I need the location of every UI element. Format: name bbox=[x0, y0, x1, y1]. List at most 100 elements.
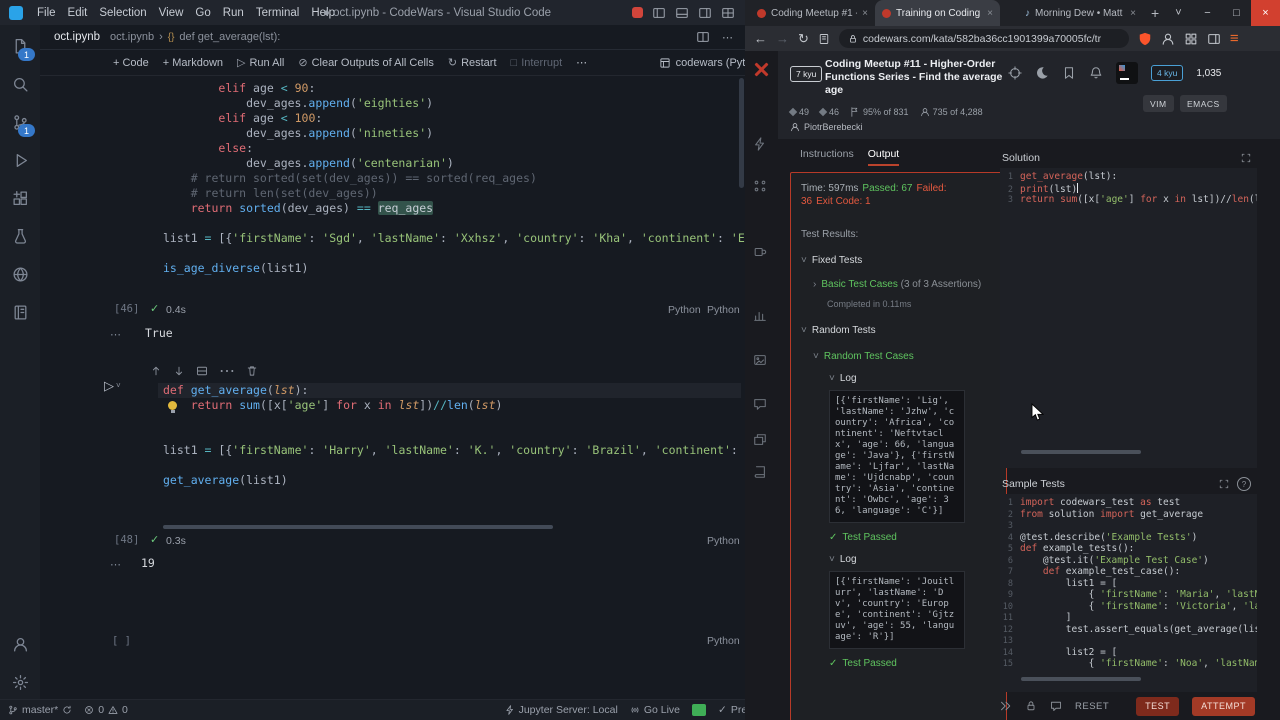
reading-list-icon[interactable] bbox=[818, 33, 830, 45]
forward-button[interactable]: → bbox=[776, 31, 789, 46]
search-icon[interactable] bbox=[8, 72, 32, 96]
crosshair-icon[interactable] bbox=[1008, 66, 1022, 80]
git-branch-indicator[interactable]: master* bbox=[8, 704, 72, 716]
extensions-icon[interactable] bbox=[8, 186, 32, 210]
close-window-button[interactable]: × bbox=[1251, 0, 1280, 26]
address-bar[interactable]: codewars.com/kata/582ba36cc1901399a70005… bbox=[838, 29, 1129, 48]
expand-icon[interactable] bbox=[1219, 479, 1229, 489]
expand-icon[interactable] bbox=[1241, 153, 1251, 163]
browser-tab-1[interactable]: Coding Meetup #1 - High × bbox=[750, 0, 875, 26]
new-tab-button[interactable]: + bbox=[1151, 5, 1159, 21]
freestyle-icon[interactable] bbox=[753, 179, 767, 198]
attempt-button[interactable]: ATTEMPT bbox=[1192, 696, 1255, 716]
layout-sidebar-right-icon[interactable] bbox=[698, 6, 712, 20]
maximize-button[interactable]: □ bbox=[1222, 0, 1251, 26]
minimize-button[interactable]: − bbox=[1193, 0, 1222, 26]
solution-hscrollbar[interactable] bbox=[1021, 450, 1141, 454]
browser-menu-icon[interactable]: ≡ bbox=[1230, 30, 1239, 47]
sample-tests-editor[interactable]: 1 import codewars_test as test 2 from solut… bbox=[1000, 494, 1257, 692]
breadcrumb[interactable]: oct.ipynb › {} def get_average(lst): bbox=[110, 31, 280, 43]
docs-icon[interactable] bbox=[753, 465, 767, 484]
execute-below-icon[interactable] bbox=[173, 365, 185, 377]
cell-2-hscrollbar[interactable] bbox=[163, 525, 553, 529]
vscode-logo-icon[interactable] bbox=[9, 5, 23, 20]
breadcrumb-symbol[interactable]: def get_average(lst): bbox=[179, 31, 280, 43]
chat-icon[interactable] bbox=[753, 397, 767, 416]
cell-2-code[interactable]: def get_average(lst): return sum([x['age… bbox=[163, 383, 745, 518]
kata-title[interactable]: Coding Meetup #11 - Higher-Order Functio… bbox=[825, 58, 1010, 97]
image-icon[interactable] bbox=[753, 353, 767, 372]
live-server-icon[interactable] bbox=[692, 704, 706, 716]
breadcrumb-file[interactable]: oct.ipynb bbox=[110, 31, 154, 43]
cell-1-output-menu-icon[interactable]: ⋯ bbox=[110, 328, 122, 341]
dark-mode-moon-icon[interactable] bbox=[1035, 66, 1049, 80]
vim-button[interactable]: VIM bbox=[1143, 95, 1174, 112]
layout-sidebar-icon[interactable] bbox=[652, 6, 666, 20]
bookmark-icon[interactable] bbox=[1062, 66, 1076, 80]
menu-view[interactable]: View bbox=[153, 7, 190, 19]
test-button[interactable]: TEST bbox=[1136, 696, 1180, 716]
profile-icon[interactable] bbox=[1161, 32, 1175, 46]
tab-output[interactable]: Output bbox=[867, 148, 900, 166]
skip-icon[interactable] bbox=[1000, 700, 1012, 712]
mug-icon[interactable] bbox=[753, 245, 767, 264]
random-tests-section[interactable]: ˅ Random Tests bbox=[801, 324, 996, 337]
testing-icon[interactable] bbox=[8, 224, 32, 248]
cell-2-output-menu-icon[interactable]: ⋯ bbox=[110, 558, 122, 571]
run-debug-icon[interactable] bbox=[8, 148, 32, 172]
run-cell-button[interactable]: ▷ ˅ bbox=[104, 378, 121, 394]
run-all-button[interactable]: ▷ Run All bbox=[230, 56, 291, 70]
lock-icon[interactable] bbox=[1025, 700, 1037, 712]
execute-above-icon[interactable] bbox=[150, 365, 162, 377]
jetbrains-academy-logo[interactable] bbox=[1116, 62, 1138, 84]
solution-editor[interactable]: 1 get_average(lst): 2 print(lst) 3 return sum… bbox=[1000, 168, 1257, 468]
tab-audio-icon[interactable]: ♪ bbox=[1025, 8, 1030, 19]
editor-scrollbar[interactable] bbox=[739, 78, 744, 188]
cell-1-code[interactable]: elif age < 90: dev_ages.append('eighties… bbox=[163, 81, 745, 276]
menu-edit[interactable]: Edit bbox=[62, 7, 94, 19]
cell-more-actions-icon[interactable]: ⋯ bbox=[219, 361, 235, 381]
layout-panel-icon[interactable] bbox=[675, 6, 689, 20]
fixed-tests-section[interactable]: ˅ Fixed Tests bbox=[801, 254, 996, 267]
clear-outputs-button[interactable]: ⊘ Clear Outputs of All Cells bbox=[291, 56, 441, 70]
comments-icon[interactable] bbox=[1050, 700, 1062, 712]
close-tab-icon[interactable]: × bbox=[1130, 8, 1136, 19]
go-live-button[interactable]: Go Live bbox=[630, 704, 680, 716]
codewars-logo-icon[interactable] bbox=[753, 61, 770, 78]
kata-author[interactable]: PiotrBerebecki bbox=[790, 122, 863, 132]
notebook-icon[interactable] bbox=[8, 300, 32, 324]
extensions-icon[interactable] bbox=[1184, 32, 1198, 46]
browser-tab-2-active[interactable]: Training on Coding M × bbox=[875, 0, 1000, 26]
split-cell-icon[interactable] bbox=[196, 365, 208, 377]
menu-go[interactable]: Go bbox=[189, 7, 216, 19]
honor-points[interactable]: 1,035 bbox=[1196, 68, 1221, 79]
settings-gear-icon[interactable] bbox=[8, 670, 32, 694]
log-block-1[interactable]: ˅ Log [{'firstName': 'Lig', 'lastName': '… bbox=[801, 372, 996, 523]
restart-kernel-button[interactable]: ↻ Restart bbox=[441, 56, 504, 70]
add-code-cell-button[interactable]: + Code bbox=[106, 57, 156, 69]
leaderboard-icon[interactable] bbox=[753, 309, 767, 328]
tab-instructions[interactable]: Instructions bbox=[800, 148, 854, 166]
cell-1-language-picker[interactable]: Python bbox=[707, 304, 740, 316]
user-rank-badge[interactable]: 4 kyu bbox=[1151, 65, 1184, 81]
close-tab-icon[interactable]: × bbox=[862, 8, 868, 19]
reset-button[interactable]: RESET bbox=[1075, 701, 1109, 712]
menu-terminal[interactable]: Terminal bbox=[250, 7, 305, 19]
tab-oct-ipynb[interactable]: oct.ipynb bbox=[40, 31, 110, 43]
menu-file[interactable]: File bbox=[31, 7, 62, 19]
explorer-icon[interactable]: 1 bbox=[8, 34, 35, 61]
log-block-2[interactable]: ˅ Log [{'firstName': 'Jouitlurr', 'lastNa… bbox=[801, 553, 996, 649]
cell-3-language-picker[interactable]: Python bbox=[707, 635, 740, 647]
tab-search-icon[interactable]: ˅ bbox=[1164, 0, 1193, 26]
emacs-button[interactable]: EMACS bbox=[1180, 95, 1227, 112]
menu-run[interactable]: Run bbox=[217, 7, 250, 19]
notification-badge-icon[interactable] bbox=[632, 7, 643, 18]
browser-tab-3[interactable]: ♪ Morning Dew • Matt × bbox=[1018, 0, 1143, 26]
lightbulb-icon[interactable] bbox=[168, 401, 177, 413]
editor-more-actions-icon[interactable]: ⋯ bbox=[722, 31, 733, 44]
basic-test-cases[interactable]: › Basic Test Cases (3 of 3 Assertions) bbox=[801, 278, 996, 291]
source-control-icon[interactable]: 1 bbox=[8, 110, 35, 137]
split-editor-icon[interactable] bbox=[696, 30, 710, 44]
toolbar-more-icon[interactable]: ⋯ bbox=[569, 56, 594, 69]
remote-explorer-icon[interactable] bbox=[8, 262, 32, 286]
